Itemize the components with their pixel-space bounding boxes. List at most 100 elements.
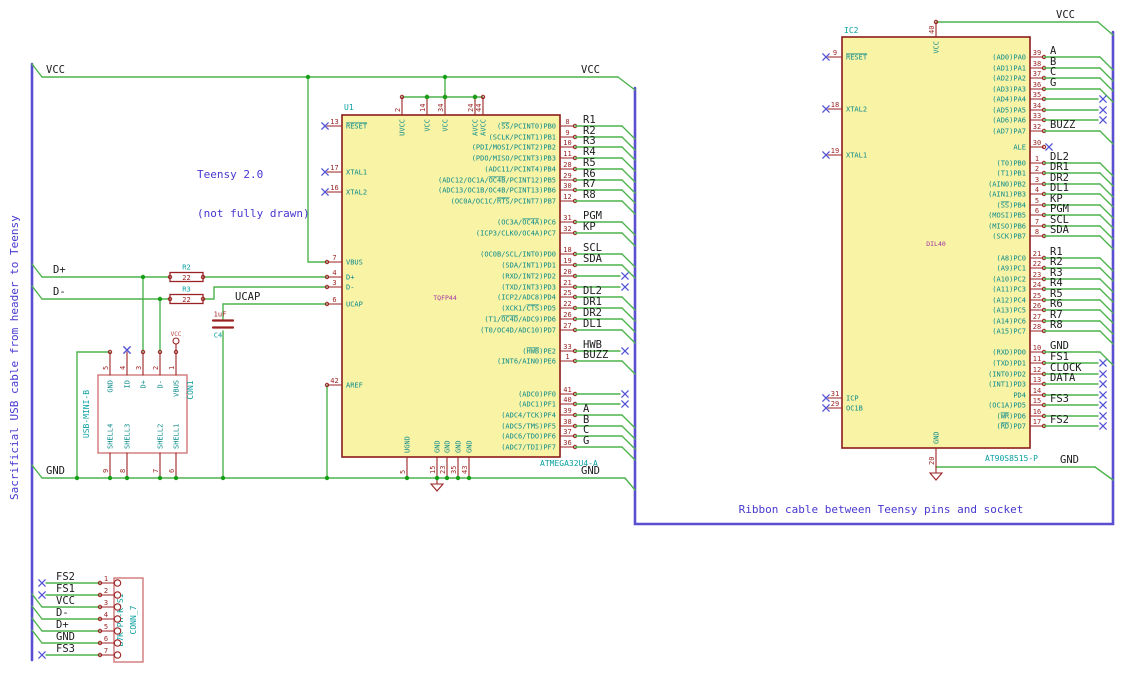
bus-entry[interactable] xyxy=(621,318,636,333)
bus-entry[interactable] xyxy=(621,307,636,322)
bus-entry[interactable] xyxy=(621,414,636,429)
net-label[interactable]: VCC xyxy=(46,64,65,76)
bus-entry[interactable] xyxy=(621,329,636,344)
bus-entry[interactable] xyxy=(1099,130,1114,145)
net-label[interactable]: GND xyxy=(1060,454,1079,466)
bus-entry[interactable] xyxy=(1099,56,1114,71)
pin-number: 24 xyxy=(1033,281,1041,289)
net-label[interactable]: GND xyxy=(56,631,75,643)
pin-name: (RXD/INT2)PD2 xyxy=(501,273,556,281)
pin-name: (T1/OC4D/ADC9)PD6 xyxy=(484,316,556,324)
net-label[interactable]: SDA xyxy=(1050,224,1070,236)
net-label[interactable]: FS3 xyxy=(1050,393,1069,405)
net-label[interactable]: G xyxy=(583,435,589,447)
bus-entry[interactable] xyxy=(621,168,636,183)
wire[interactable] xyxy=(1097,21,1114,36)
bus-entry[interactable] xyxy=(621,232,636,247)
pin-name: (A13)PC5 xyxy=(992,307,1026,315)
pin-name: (RD)PD7 xyxy=(996,423,1026,431)
net-label[interactable]: D+ xyxy=(56,619,69,631)
net-label[interactable]: KP xyxy=(583,221,596,233)
pin-number: 8 xyxy=(565,118,569,126)
pin-number: 27 xyxy=(1033,313,1041,321)
wire[interactable] xyxy=(617,76,636,91)
ref-designator[interactable]: U1 xyxy=(344,103,354,112)
net-label[interactable]: VCC xyxy=(1056,9,1075,21)
net-label[interactable]: BUZZ xyxy=(1050,119,1075,131)
pin-number: 2 xyxy=(1035,165,1039,173)
ref-designator[interactable]: IC2 xyxy=(844,26,859,35)
pin-name: VCC xyxy=(424,119,432,132)
pin-number: 21 xyxy=(1033,250,1041,258)
net-label[interactable]: G xyxy=(1050,77,1056,89)
pin-number: 14 xyxy=(419,104,427,112)
net-label[interactable]: GND xyxy=(581,465,600,477)
wire[interactable] xyxy=(31,464,43,479)
wire[interactable] xyxy=(1094,466,1114,481)
bus-entry[interactable] xyxy=(621,446,636,461)
junction-dot xyxy=(442,74,448,80)
ref-designator[interactable]: CON1 xyxy=(186,380,195,399)
part-value[interactable]: USB-MINI-B xyxy=(82,390,91,438)
wire[interactable] xyxy=(31,617,43,632)
pin-number: 1 xyxy=(1035,155,1039,163)
wire[interactable] xyxy=(307,76,328,263)
net-label[interactable]: DATA xyxy=(1050,372,1076,384)
bus-entry[interactable] xyxy=(621,200,636,215)
net-label[interactable]: UCAP xyxy=(235,291,260,303)
bus-entry[interactable] xyxy=(621,360,636,375)
bus-entry[interactable] xyxy=(621,253,636,268)
wire[interactable] xyxy=(624,477,636,491)
pin-name: (A9)PC1 xyxy=(996,265,1026,273)
pin-name: (INT0)PD2 xyxy=(988,371,1026,379)
net-label[interactable]: FS2 xyxy=(1050,414,1069,426)
pin-pad xyxy=(113,591,122,599)
wire[interactable] xyxy=(31,605,43,620)
ref-designator[interactable]: CONN_7 xyxy=(129,605,138,634)
pin-number: 1 xyxy=(104,575,108,583)
wire[interactable] xyxy=(31,285,43,300)
pin-name: ALE xyxy=(1013,144,1026,152)
net-label[interactable]: FS1 xyxy=(56,583,75,595)
bus-entry[interactable] xyxy=(1099,351,1114,366)
bus-entry[interactable] xyxy=(621,221,636,236)
junction-dot xyxy=(124,475,130,481)
net-label[interactable]: D+ xyxy=(53,264,66,276)
bus-entry[interactable] xyxy=(621,157,636,172)
wire[interactable] xyxy=(31,629,43,644)
net-label[interactable]: DL1 xyxy=(583,318,602,330)
net-label[interactable]: BUZZ xyxy=(583,349,608,361)
bus-entry[interactable] xyxy=(621,125,636,140)
pin-name: (AIN0)PB2 xyxy=(988,181,1026,189)
net-label[interactable]: FS2 xyxy=(56,571,75,583)
schematic-svg[interactable]: U1ATMEGA32U4-ATQFP4413RESET17XTAL116XTAL… xyxy=(0,0,1131,690)
annotation-line: Teensy 2.0 xyxy=(197,168,264,181)
net-label[interactable]: FS3 xyxy=(56,643,75,655)
net-label[interactable]: D- xyxy=(56,607,69,619)
wire[interactable] xyxy=(31,263,43,278)
pin-name: (SDA/INT1)PD1 xyxy=(501,262,556,270)
bus-entry[interactable] xyxy=(621,264,636,279)
part-value[interactable]: AT90S8515-P xyxy=(985,454,1038,463)
junction-dot xyxy=(434,475,440,481)
net-label[interactable]: SDA xyxy=(583,253,603,265)
net-label[interactable]: R8 xyxy=(1050,319,1063,331)
pin-number: 38 xyxy=(563,418,571,426)
net-label[interactable]: D- xyxy=(53,286,66,298)
wire[interactable] xyxy=(31,63,43,78)
pin-name: VBUS xyxy=(173,380,181,397)
pin-number: 33 xyxy=(563,343,571,351)
wire[interactable] xyxy=(202,286,328,300)
pin-number: 2 xyxy=(104,587,108,595)
net-label[interactable]: GND xyxy=(46,465,65,477)
bus-entry[interactable] xyxy=(621,296,636,311)
pin-name: (ADC1)PF1 xyxy=(518,401,556,409)
net-label[interactable]: VCC xyxy=(56,595,75,607)
junction-dot xyxy=(455,475,461,481)
pin-number: 17 xyxy=(1033,418,1041,426)
pin-name: SHELL2 xyxy=(157,424,165,449)
pin-name: OC1B xyxy=(846,405,863,413)
net-label[interactable]: VCC xyxy=(581,64,600,76)
net-label[interactable]: R8 xyxy=(583,189,596,201)
pin-number: 1 xyxy=(168,366,176,370)
